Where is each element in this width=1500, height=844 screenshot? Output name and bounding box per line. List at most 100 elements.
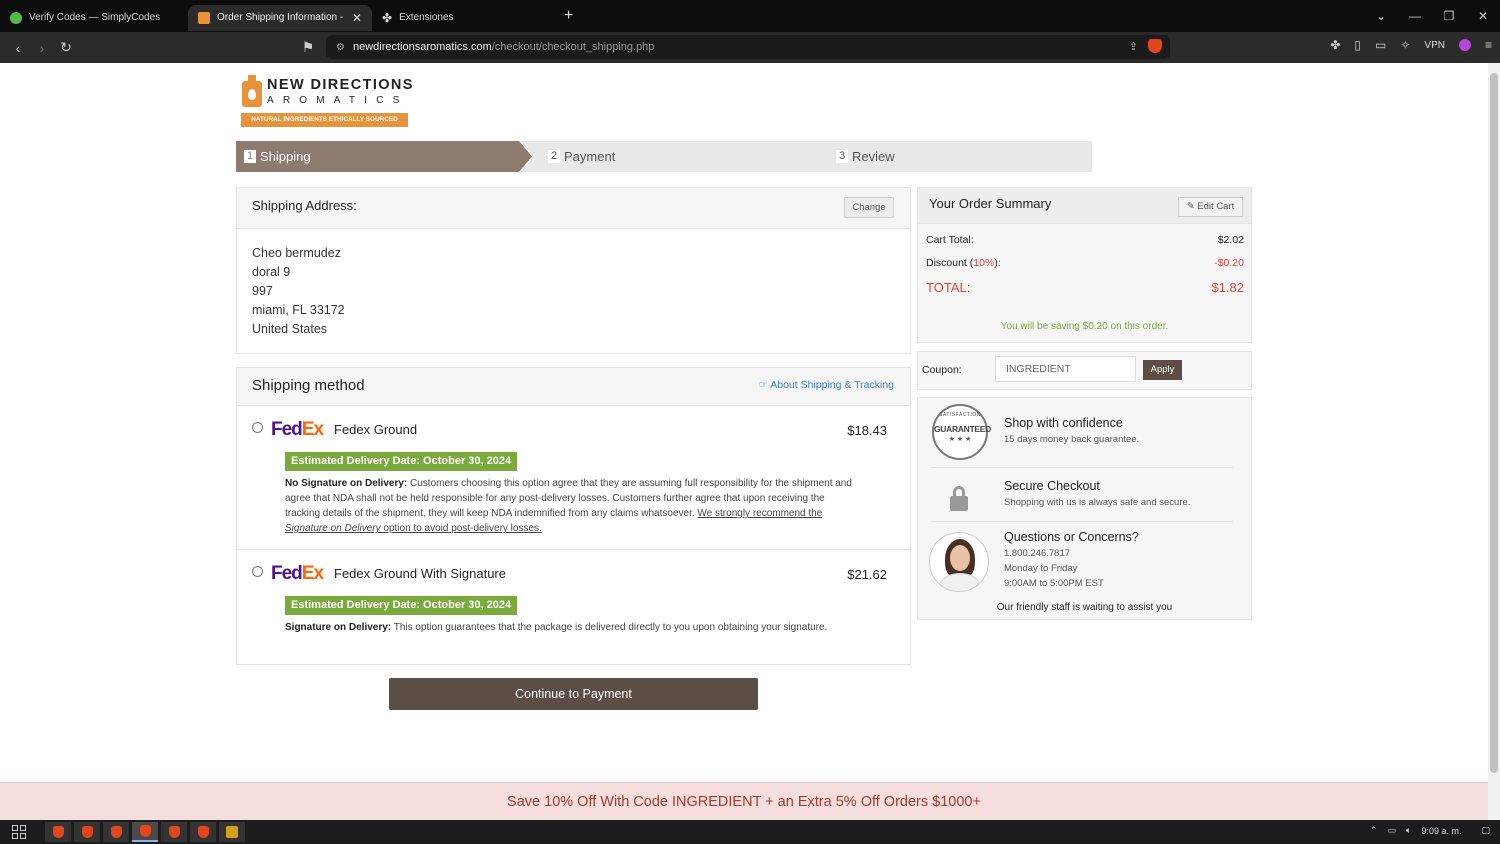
step-label: Payment xyxy=(564,149,616,164)
shipping-address-title: Shipping Address: xyxy=(252,198,357,213)
tab-verify-codes[interactable]: Verify Codes — SimplyCodes xyxy=(0,5,188,31)
notifications-icon[interactable]: ▢ xyxy=(1481,825,1490,836)
site-logo[interactable]: NEW DIRECTIONS AROMATICS NATURAL INGREDI… xyxy=(240,73,412,129)
friendly-staff-text: Our friendly staff is waiting to assist … xyxy=(996,602,1173,613)
scrollbar-thumb[interactable] xyxy=(1490,73,1498,773)
address-line: doral 9 xyxy=(252,265,291,279)
option-price: $21.62 xyxy=(847,567,887,582)
system-tray: ⌃ ▭ 🔈︎ 9:09 a. m. ▢ xyxy=(1370,825,1490,836)
bottle-icon xyxy=(242,75,262,107)
windows-taskbar: ⌃ ▭ 🔈︎ 9:09 a. m. ▢ xyxy=(0,820,1500,844)
clock[interactable]: 9:09 a. m. xyxy=(1421,826,1461,836)
browser-tab-bar: Verify Codes — SimplyCodes Order Shippin… xyxy=(0,0,1500,32)
tab-search-icon[interactable]: ⌄ xyxy=(1364,9,1398,23)
seal-stars: ★ ★ ★ xyxy=(948,436,972,443)
step-payment: 2 Payment xyxy=(520,141,822,172)
secure-checkout-title: Secure Checkout xyxy=(1004,479,1100,493)
close-window-icon[interactable]: ✕ xyxy=(1466,9,1500,23)
taskbar-brave-2[interactable] xyxy=(74,822,100,842)
minimize-icon[interactable]: — xyxy=(1398,9,1432,23)
shop-confidence-text: 15 days money back guarantee. xyxy=(1004,434,1140,445)
shipping-address-panel: Shipping Address: Change Cheo bermudez d… xyxy=(236,187,911,354)
continue-to-payment-button[interactable]: Continue to Payment xyxy=(389,678,758,710)
shipping-option-fedex-signature[interactable]: FedEx Fedex Ground With Signature $21.62… xyxy=(237,550,910,664)
fedex-logo-icon: FedEx xyxy=(271,563,324,585)
secure-checkout-item: Secure Checkout Shopping with us is alwa… xyxy=(918,470,1251,522)
taskbar-brave-5[interactable] xyxy=(161,822,187,842)
discount-label-post: ): xyxy=(994,257,1001,269)
option-name: Fedex Ground xyxy=(334,422,418,437)
toolbar-actions: ✤ ▯ ▭ ✧ VPN ≡ xyxy=(1330,38,1492,52)
step-number: 1 xyxy=(244,150,256,163)
extensions-icon[interactable]: ✤ xyxy=(1330,38,1340,52)
tab-order-shipping[interactable]: Order Shipping Information - N ✕ xyxy=(188,4,372,31)
new-tab-icon[interactable]: + xyxy=(564,7,573,25)
discount-percent: 10% xyxy=(973,257,995,269)
shipping-radio[interactable] xyxy=(252,422,263,433)
network-icon[interactable]: ▭ xyxy=(1388,825,1397,836)
restore-icon[interactable]: ❐ xyxy=(1432,9,1466,23)
shipping-radio[interactable] xyxy=(252,566,263,577)
support-days: Monday to Friday xyxy=(1004,563,1078,574)
coupon-input[interactable]: INGREDIENT xyxy=(995,356,1136,382)
apply-coupon-button[interactable]: Apply xyxy=(1143,360,1182,380)
wallet-icon[interactable]: ▭ xyxy=(1375,38,1386,52)
shipping-option-fedex-ground[interactable]: FedEx Fedex Ground $18.43 Estimated Deli… xyxy=(237,406,910,550)
page-scrollbar[interactable] xyxy=(1488,63,1500,820)
edit-cart-button[interactable]: ✎ Edit Cart xyxy=(1178,197,1243,217)
brave-icon xyxy=(110,826,122,838)
profile-icon[interactable] xyxy=(1458,39,1471,51)
window-controls: ⌄ — ❐ ✕ xyxy=(1364,0,1500,32)
reload-icon[interactable]: ↻ xyxy=(54,39,78,56)
start-icon[interactable] xyxy=(12,825,27,840)
edit-cart-label: Edit Cart xyxy=(1197,201,1235,212)
divider xyxy=(930,521,1233,522)
about-shipping-link[interactable]: ☞ About Shipping & Tracking xyxy=(758,379,894,391)
vpn-button[interactable]: VPN xyxy=(1424,40,1445,51)
address-lines: Cheo bermudez doral 9 997 miami, FL 3317… xyxy=(252,244,345,339)
option-price: $18.43 xyxy=(847,423,887,438)
tab-extensions[interactable]: ✤ Extensiones xyxy=(372,5,552,31)
leo-ai-icon[interactable]: ✧ xyxy=(1400,38,1410,52)
change-address-button[interactable]: Change xyxy=(844,197,894,218)
menu-icon[interactable]: ≡ xyxy=(1485,38,1492,52)
fedex-ex: Ex xyxy=(301,563,324,584)
satisfaction-guaranteed-icon: SATISFACTION GUARANTEED ★ ★ ★ xyxy=(932,404,991,460)
option-name: Fedex Ground With Signature xyxy=(334,566,506,581)
support-phone[interactable]: 1.800.246.7817 xyxy=(1004,546,1070,561)
support-hours: 9:00AM to 5:00PM EST xyxy=(1004,578,1104,589)
panel-header: Your Order Summary ✎ Edit Cart xyxy=(918,188,1251,224)
close-tab-icon[interactable]: ✕ xyxy=(352,11,362,25)
taskbar-brave-4[interactable] xyxy=(132,822,158,842)
secure-checkout-text: Shopping with us is always safe and secu… xyxy=(1004,497,1191,508)
volume-icon[interactable]: 🔈︎ xyxy=(1406,825,1411,836)
address-bar[interactable]: ⚙ newdirectionsaromatics.com /checkout/c… xyxy=(326,35,1170,59)
brave-shield-icon[interactable] xyxy=(1148,39,1162,53)
order-summary-title: Your Order Summary xyxy=(929,196,1052,211)
chevron-up-icon[interactable]: ⌃ xyxy=(1370,825,1378,836)
shop-confidence-title: Shop with confidence xyxy=(1004,416,1123,430)
tab-title: Order Shipping Information - N xyxy=(217,12,345,23)
taskbar-brave-6[interactable] xyxy=(190,822,216,842)
desc-underline-2: Signature on Delivery xyxy=(285,523,381,534)
taskbar-brave-3[interactable] xyxy=(103,822,129,842)
address-line: United States xyxy=(252,322,328,336)
back-icon[interactable]: ‹ xyxy=(6,40,30,56)
share-icon[interactable]: ⇪ xyxy=(1129,40,1138,53)
taskbar-brave-1[interactable] xyxy=(45,822,71,842)
step-label: Shipping xyxy=(260,149,311,164)
sidebar-icon[interactable]: ▯ xyxy=(1354,38,1361,52)
total-row: TOTAL: $1.82 xyxy=(926,280,1244,295)
tab-title: Extensiones xyxy=(399,12,454,23)
bookmark-icon[interactable]: ⚑ xyxy=(296,39,320,56)
discount-value: -$0.20 xyxy=(1214,257,1244,269)
site-info-icon[interactable]: ⚙ xyxy=(336,42,345,53)
page-content: NEW DIRECTIONS AROMATICS NATURAL INGREDI… xyxy=(0,63,1488,782)
divider xyxy=(930,467,1233,468)
promo-banner[interactable]: Save 10% Off With Code INGREDIENT + an E… xyxy=(0,782,1488,820)
brave-icon xyxy=(139,825,151,837)
taskbar-app-7[interactable] xyxy=(219,822,245,842)
estimated-delivery-badge: Estimated Delivery Date: October 30, 202… xyxy=(285,452,518,471)
forward-icon[interactable]: › xyxy=(30,40,54,56)
discount-row: Discount (10%): -$0.20 xyxy=(926,257,1244,269)
